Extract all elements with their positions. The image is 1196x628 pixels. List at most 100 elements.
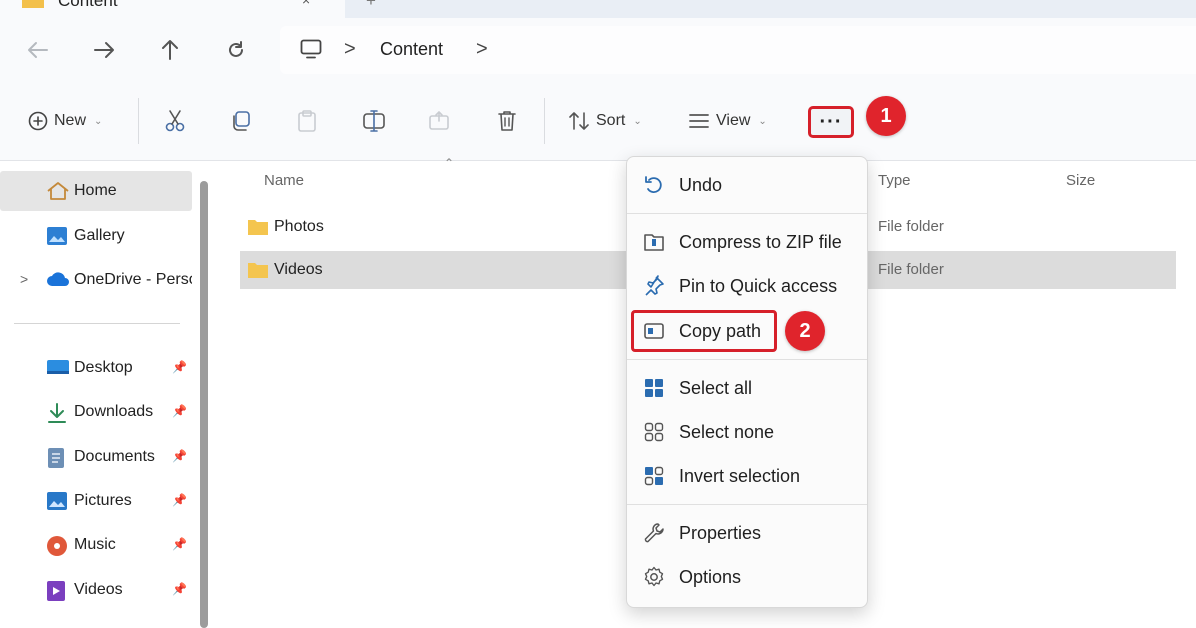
refresh-button[interactable] (222, 36, 250, 64)
toolbar-divider (138, 98, 139, 144)
paste-button[interactable] (296, 104, 318, 138)
file-name: Videos (274, 261, 323, 278)
menu-item-compress-zip[interactable]: Compress to ZIP file (627, 222, 867, 262)
menu-divider (627, 359, 867, 360)
menu-item-properties[interactable]: Properties (627, 513, 867, 553)
sidebar-item-label: Pictures (74, 492, 132, 509)
chevron-down-icon: ⌄ (633, 115, 642, 127)
sort-arrow-icon: ⌃ (444, 156, 455, 170)
sort-label: Sort (596, 112, 626, 129)
column-header-name[interactable]: Name (264, 172, 304, 189)
sidebar-item-desktop[interactable]: Desktop 📌 (0, 348, 192, 388)
new-label: New (54, 112, 87, 129)
sidebar-item-downloads[interactable]: Downloads 📌 (0, 392, 192, 432)
address-bar[interactable]: > Content > (280, 26, 1196, 74)
rename-button[interactable] (362, 104, 386, 138)
home-icon (47, 182, 69, 200)
sort-button[interactable]: Sort ⌄ (568, 104, 642, 138)
sort-icon (569, 112, 589, 130)
column-header-size[interactable]: Size (1066, 172, 1095, 189)
new-button[interactable]: New ⌄ (28, 104, 102, 138)
pin-icon: 📌 (172, 582, 187, 596)
cut-button[interactable] (164, 104, 186, 138)
column-header-type[interactable]: Type (878, 172, 911, 189)
properties-icon (644, 523, 664, 543)
scissors-icon (165, 110, 185, 132)
pin-icon: 📌 (172, 404, 187, 418)
cloud-icon (47, 272, 69, 286)
videos-icon (47, 581, 65, 601)
sidebar-divider (14, 323, 180, 324)
sidebar-item-label: Gallery (74, 227, 125, 244)
menu-divider (627, 213, 867, 214)
sidebar-item-onedrive[interactable]: > OneDrive - Perso (0, 260, 192, 300)
tab-close-button[interactable]: × (302, 0, 310, 8)
arrow-right-icon (94, 42, 114, 58)
pin-icon (645, 275, 664, 296)
toolbar-divider (544, 98, 545, 144)
menu-item-pin-quick-access[interactable]: Pin to Quick access (627, 266, 867, 306)
navigation-bar: > Content > (0, 18, 1196, 84)
sidebar-item-home[interactable]: Home (0, 171, 192, 211)
sidebar-item-pictures[interactable]: Pictures 📌 (0, 481, 192, 521)
sidebar-item-videos[interactable]: Videos 📌 (0, 570, 192, 610)
pin-icon: 📌 (172, 360, 187, 374)
desktop-icon (47, 360, 69, 374)
view-label: View (716, 112, 751, 129)
plus-circle-icon (28, 111, 48, 131)
delete-button[interactable] (496, 104, 518, 138)
menu-item-label: Invert selection (679, 466, 801, 486)
expand-chevron-icon[interactable]: > (20, 271, 28, 287)
sidebar-item-documents[interactable]: Documents 📌 (0, 437, 192, 477)
documents-icon (48, 448, 64, 468)
sidebar-item-music[interactable]: Music 📌 (0, 525, 192, 565)
view-list-icon (689, 114, 709, 128)
menu-item-select-all[interactable]: Select all (627, 368, 867, 408)
copy-icon (233, 111, 250, 131)
monitor-icon (300, 39, 322, 59)
breadcrumb-separator[interactable]: > (344, 38, 356, 61)
forward-button[interactable] (90, 36, 118, 64)
select-all-icon (645, 379, 663, 397)
breadcrumb-separator[interactable]: > (476, 38, 488, 61)
menu-item-label: Compress to ZIP file (679, 232, 842, 252)
up-button[interactable] (156, 36, 184, 64)
select-none-icon (644, 422, 664, 442)
sidebar-item-gallery[interactable]: Gallery (0, 216, 192, 256)
copy-path-highlight (631, 310, 777, 352)
chevron-down-icon: ⌄ (758, 115, 767, 127)
share-icon (429, 110, 449, 130)
menu-item-options[interactable]: Options (627, 557, 867, 597)
menu-item-label: Properties (679, 523, 762, 543)
menu-divider (627, 504, 867, 505)
music-icon (47, 536, 67, 556)
tab-content[interactable]: Content × (0, 0, 345, 18)
sidebar-item-label: Music (74, 536, 116, 553)
new-tab-button[interactable]: + (366, 0, 376, 11)
sidebar-item-label: OneDrive - Perso (74, 271, 192, 288)
share-button[interactable] (428, 104, 450, 138)
pin-icon: 📌 (172, 493, 187, 507)
pictures-icon (47, 492, 67, 510)
menu-item-invert-selection[interactable]: Invert selection (627, 456, 867, 496)
copy-button[interactable] (230, 104, 252, 138)
back-button[interactable] (24, 36, 52, 64)
pin-icon: 📌 (172, 537, 187, 551)
refresh-icon (229, 41, 243, 57)
menu-item-undo[interactable]: Undo (627, 165, 867, 205)
breadcrumb-content[interactable]: Content (380, 39, 443, 60)
step-1-badge: 1 (866, 96, 906, 136)
see-more-button[interactable]: ··· (808, 106, 854, 138)
menu-item-select-none[interactable]: Select none (627, 412, 867, 452)
sidebar-item-label: Videos (74, 581, 123, 598)
paste-icon (298, 110, 316, 132)
sidebar-item-label: Home (74, 182, 117, 199)
arrow-up-icon (162, 40, 178, 60)
view-button[interactable]: View ⌄ (688, 104, 767, 138)
zip-icon (644, 234, 664, 251)
folder-icon (248, 263, 268, 278)
menu-item-label: Select all (679, 378, 753, 398)
arrow-left-icon (28, 42, 48, 58)
file-type: File folder (878, 218, 944, 235)
sidebar-scrollbar[interactable] (200, 181, 208, 628)
